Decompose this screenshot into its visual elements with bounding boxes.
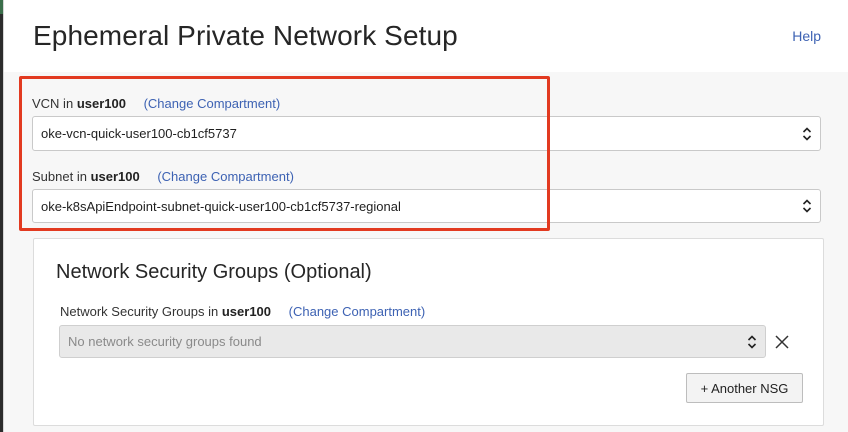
add-another-nsg-button[interactable]: + Another NSG bbox=[686, 373, 803, 403]
up-down-chevron-icon bbox=[798, 190, 816, 222]
subnet-select-value: oke-k8sApiEndpoint-subnet-quick-user100-… bbox=[41, 198, 401, 214]
dialog-header: Ephemeral Private Network Setup Help bbox=[4, 0, 848, 72]
subnet-label-prefix: Subnet in bbox=[32, 169, 87, 184]
help-link[interactable]: Help bbox=[792, 28, 821, 44]
network-setup-dialog: Ephemeral Private Network Setup Help VCN… bbox=[3, 0, 848, 432]
subnet-label: Subnet in user100 (Change Compartment) bbox=[32, 169, 294, 184]
nsg-panel: Network Security Groups (Optional) Netwo… bbox=[33, 238, 824, 426]
dialog-title: Ephemeral Private Network Setup bbox=[33, 20, 458, 51]
up-down-chevron-icon bbox=[743, 326, 761, 357]
nsg-section-title: Network Security Groups (Optional) bbox=[56, 261, 372, 283]
subnet-compartment-name: user100 bbox=[90, 169, 140, 184]
vcn-change-compartment-link[interactable]: (Change Compartment) bbox=[144, 96, 281, 111]
subnet-change-compartment-link[interactable]: (Change Compartment) bbox=[157, 169, 294, 184]
nsg-change-compartment-link[interactable]: (Change Compartment) bbox=[289, 304, 426, 319]
vcn-label: VCN in user100 (Change Compartment) bbox=[32, 96, 280, 111]
nsg-label-prefix: Network Security Groups in bbox=[60, 304, 219, 319]
close-icon[interactable] bbox=[772, 332, 792, 352]
vcn-select-value: oke-vcn-quick-user100-cb1cf5737 bbox=[41, 126, 237, 141]
vcn-label-prefix: VCN in bbox=[32, 96, 74, 111]
nsg-compartment-name: user100 bbox=[221, 304, 272, 319]
vcn-select[interactable]: oke-vcn-quick-user100-cb1cf5737 bbox=[32, 116, 821, 151]
nsg-select[interactable]: No network security groups found bbox=[59, 325, 766, 358]
nsg-label: Network Security Groups in user100 (Chan… bbox=[60, 304, 425, 319]
subnet-select[interactable]: oke-k8sApiEndpoint-subnet-quick-user100-… bbox=[32, 189, 821, 223]
vcn-compartment-name: user100 bbox=[76, 96, 126, 111]
up-down-chevron-icon bbox=[798, 117, 816, 150]
nsg-select-placeholder: No network security groups found bbox=[68, 334, 262, 349]
